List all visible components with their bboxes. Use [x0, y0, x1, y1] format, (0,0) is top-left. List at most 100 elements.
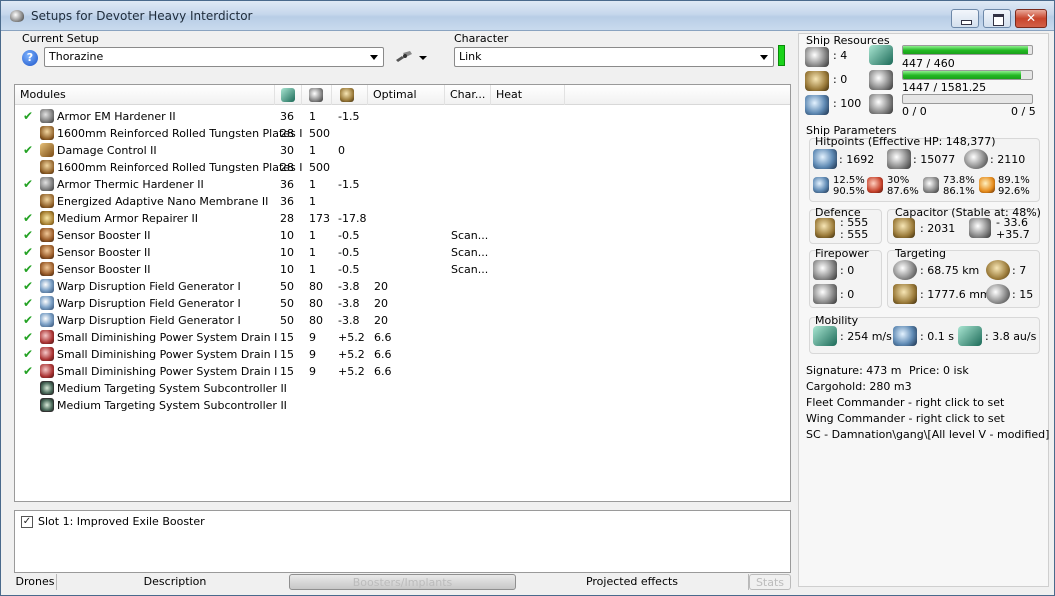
module-cpu: 28 — [280, 212, 294, 225]
powergrid-icon — [309, 88, 323, 102]
armor-plate-icon — [40, 126, 54, 140]
module-name: Damage Control II — [57, 144, 157, 157]
module-row[interactable]: ✔ Medium Armor Repairer II 28 173 -17.8 — [15, 210, 790, 227]
sensor-booster-icon — [40, 245, 54, 259]
module-powergrid: 80 — [309, 297, 323, 310]
window-title: Setups for Devoter Heavy Interdictor — [31, 9, 253, 23]
module-capacitor: 0 — [338, 144, 345, 157]
module-row[interactable]: ✔ Armor EM Hardener II 36 1 -1.5 — [15, 108, 790, 125]
tab-projected-effects[interactable]: Projected effects — [516, 574, 749, 590]
col-cpu[interactable] — [275, 85, 302, 105]
module-charge[interactable]: Scan... — [451, 227, 488, 244]
setup-select-value: Thorazine — [49, 50, 104, 63]
powergrid-icon — [869, 70, 893, 90]
tab-boosters-implants[interactable]: Boosters/Implants — [289, 574, 516, 590]
align-time: : 0.1 s — [920, 330, 954, 343]
module-name: Small Diminishing Power System Drain I — [57, 348, 278, 361]
client-area: Current Setup ? Thorazine Character Link… — [1, 31, 1054, 595]
close-button[interactable] — [1015, 9, 1047, 28]
module-row[interactable]: ✔ Warp Disruption Field Generator I 50 80 -3… — [15, 312, 790, 329]
module-row[interactable]: ✔ Small Diminishing Power System Drain I1… — [15, 363, 790, 380]
help-icon[interactable]: ? — [22, 50, 38, 66]
targeting-title: Targeting — [895, 247, 947, 260]
nano-membrane-icon — [40, 194, 54, 208]
module-row[interactable]: ✔ Small Diminishing Power System Drain I1… — [15, 329, 790, 346]
module-row[interactable]: ✔ Small Diminishing Power System Drain I1… — [15, 346, 790, 363]
module-charge[interactable]: Scan... — [451, 244, 488, 261]
tools-icon[interactable] — [395, 50, 413, 64]
fleet-commander[interactable]: Fleet Commander - right click to set — [806, 396, 1004, 409]
defence-value-b: : 555 — [840, 228, 869, 241]
active-check-icon[interactable]: ✔ — [23, 363, 33, 380]
bottom-tabs: Drones Description Boosters/Implants Pro… — [14, 574, 791, 590]
powergrid-bar — [902, 70, 1033, 80]
tab-description[interactable]: Description — [57, 574, 294, 590]
active-check-icon[interactable]: ✔ — [23, 346, 33, 363]
col-modules[interactable]: Modules — [15, 85, 275, 105]
module-charge[interactable]: Scan... — [451, 261, 488, 278]
firepower-title: Firepower — [815, 247, 869, 260]
title-bar[interactable]: Setups for Devoter Heavy Interdictor — [1, 1, 1054, 31]
module-row[interactable]: 1600mm Reinforced Rolled Tungsten Plates… — [15, 159, 790, 176]
character-select[interactable]: Link — [454, 47, 774, 67]
active-check-icon[interactable]: ✔ — [23, 244, 33, 261]
module-row[interactable]: ✔ Warp Disruption Field Generator I 50 80 -3… — [15, 295, 790, 312]
module-capacitor: -1.5 — [338, 178, 360, 191]
module-powergrid: 80 — [309, 280, 323, 293]
col-optimal[interactable]: Optimal — [368, 85, 445, 105]
booster-checkbox[interactable]: ✓ — [21, 516, 33, 528]
character-status-indicator — [778, 45, 785, 66]
max-targets: : 7 — [1012, 264, 1027, 277]
col-charge[interactable]: Char... — [445, 85, 491, 105]
active-check-icon[interactable]: ✔ — [23, 312, 33, 329]
ship-price: Price: 0 isk — [909, 364, 969, 377]
armor-icon — [887, 149, 911, 169]
col-heat[interactable]: Heat — [491, 85, 565, 105]
module-row[interactable]: Energized Adaptive Nano Membrane II 36 1 — [15, 193, 790, 210]
tools-dropdown-icon[interactable] — [419, 56, 427, 60]
module-row[interactable]: ✔ Sensor Booster II 10 1 -0.5 Scan... — [15, 227, 790, 244]
minimize-button[interactable] — [951, 9, 979, 28]
tab-stats[interactable]: Stats — [749, 574, 791, 590]
active-check-icon[interactable]: ✔ — [23, 278, 33, 295]
active-check-icon[interactable]: ✔ — [23, 227, 33, 244]
module-row[interactable]: ✔ Sensor Booster II 10 1 -0.5 Scan... — [15, 244, 790, 261]
module-cpu: 28 — [280, 127, 294, 140]
squad-commander[interactable]: SC - Damnation\gang\[All level V - modif… — [806, 428, 1049, 441]
active-check-icon[interactable]: ✔ — [23, 142, 33, 159]
active-check-icon[interactable]: ✔ — [23, 295, 33, 312]
current-setup-label: Current Setup — [22, 32, 99, 45]
module-name: Warp Disruption Field Generator I — [57, 314, 241, 327]
em-resist-icon — [813, 177, 829, 193]
module-row[interactable]: 1600mm Reinforced Rolled Tungsten Plates… — [15, 125, 790, 142]
module-row[interactable]: Medium Targeting System Subcontroller II — [15, 380, 790, 397]
col-capacitor[interactable] — [332, 85, 368, 105]
module-row[interactable]: ✔ Armor Thermic Hardener II 36 1 -1.5 — [15, 176, 790, 193]
tab-drones[interactable]: Drones — [14, 574, 57, 590]
module-row[interactable]: Medium Targeting System Subcontroller II — [15, 397, 790, 414]
cpu-icon — [869, 45, 893, 65]
booster-row[interactable]: ✓ Slot 1: Improved Exile Booster — [15, 511, 790, 531]
launcher-hardpoint-icon — [805, 71, 829, 91]
wing-commander[interactable]: Wing Commander - right click to set — [806, 412, 1005, 425]
chevron-down-icon — [760, 55, 768, 60]
maximize-button[interactable] — [983, 9, 1011, 28]
module-row[interactable]: ✔ Damage Control II 30 1 0 — [15, 142, 790, 159]
active-check-icon[interactable]: ✔ — [23, 108, 33, 125]
module-powergrid: 1 — [309, 263, 316, 276]
setup-select[interactable]: Thorazine — [44, 47, 384, 67]
module-cpu: 10 — [280, 263, 294, 276]
armor-hp: : 15077 — [913, 153, 956, 166]
active-check-icon[interactable]: ✔ — [23, 176, 33, 193]
modules-list[interactable]: Modules Optimal Char... Heat ✔ Armor EM H… — [14, 84, 791, 502]
targeting-subcontroller-icon — [40, 381, 54, 395]
kinetic-resist-armor: 86.1% — [943, 186, 975, 197]
boosters-list[interactable]: ✓ Slot 1: Improved Exile Booster — [14, 510, 791, 573]
active-check-icon[interactable]: ✔ — [23, 210, 33, 227]
volley-icon — [813, 284, 837, 304]
module-row[interactable]: ✔ Sensor Booster II 10 1 -0.5 Scan... — [15, 261, 790, 278]
col-powergrid[interactable] — [302, 85, 332, 105]
active-check-icon[interactable]: ✔ — [23, 329, 33, 346]
active-check-icon[interactable]: ✔ — [23, 261, 33, 278]
module-row[interactable]: ✔ Warp Disruption Field Generator I 50 80 -3… — [15, 278, 790, 295]
